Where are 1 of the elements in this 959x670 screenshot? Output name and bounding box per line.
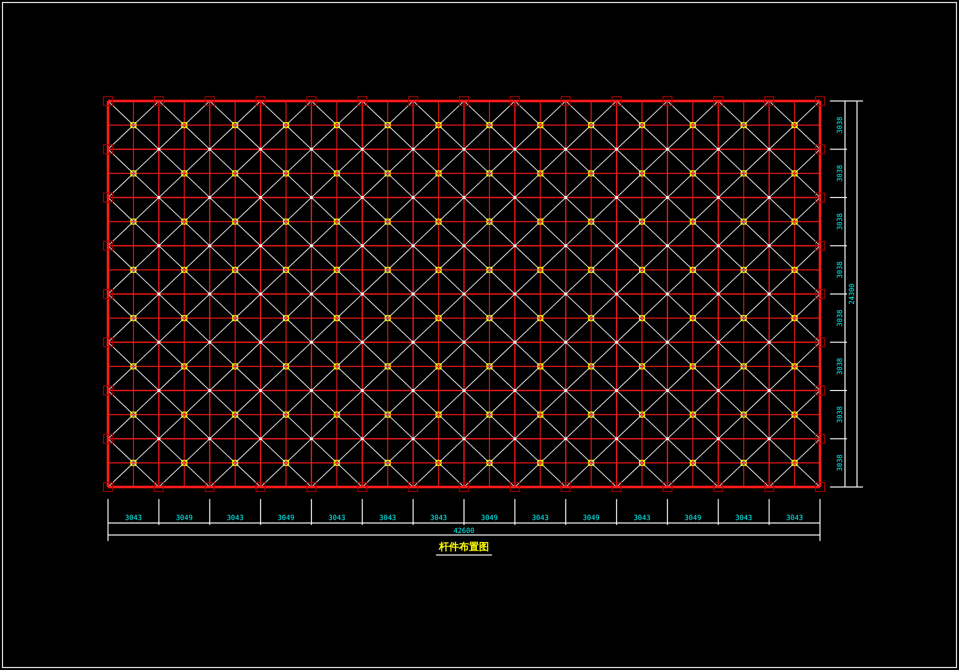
drawing-title: 杆件布置图 <box>439 542 489 553</box>
